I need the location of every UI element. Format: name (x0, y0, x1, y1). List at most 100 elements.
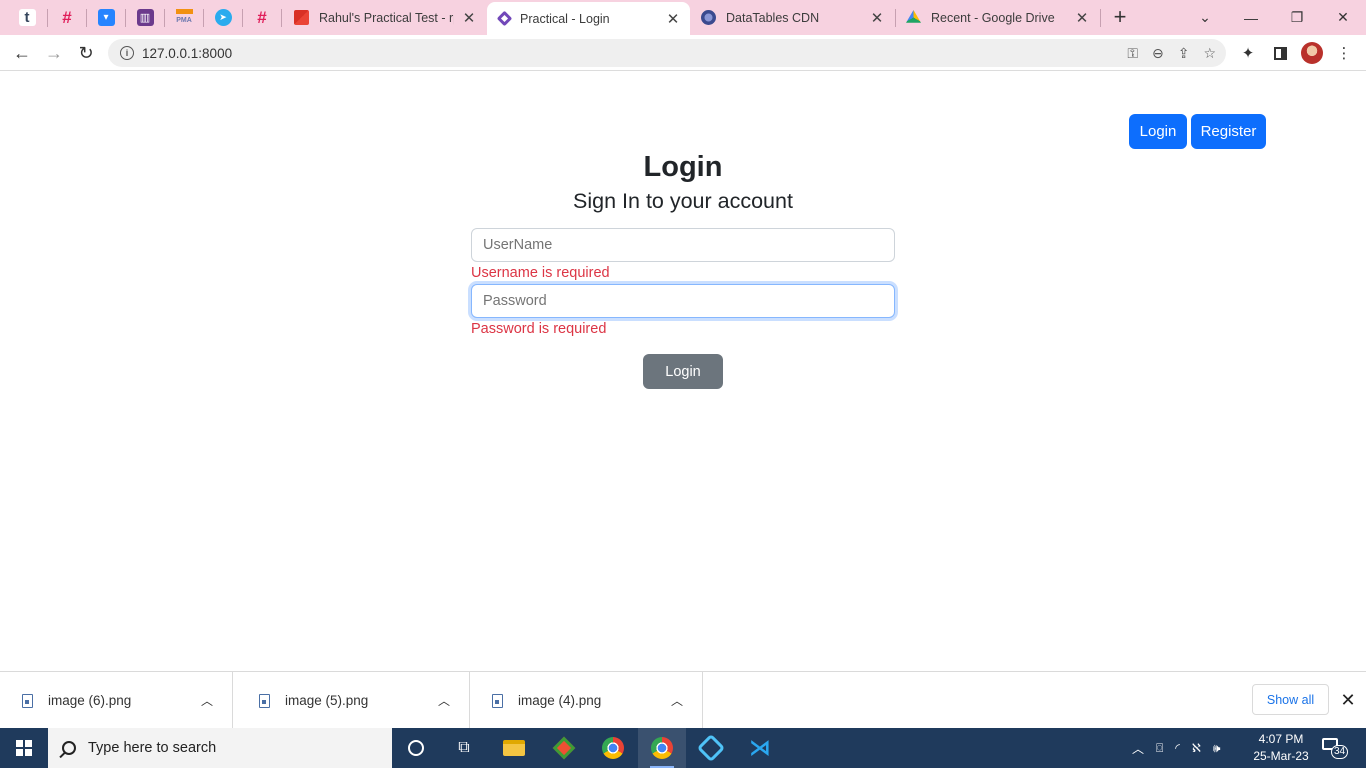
chrome-button[interactable] (589, 728, 637, 768)
file-explorer-button[interactable] (490, 728, 538, 768)
browser-toolbar: ← → ↻ i 127.0.0.1:8000 ⚿ ⊖ ⇪ ☆ ✦ ⋮ (0, 35, 1366, 71)
extensions-button[interactable]: ✦ (1235, 40, 1261, 66)
telegram-icon: ➤ (214, 9, 232, 26)
vscode-button[interactable]: ⋊ (736, 728, 784, 768)
show-all-button[interactable]: Show all (1252, 684, 1329, 715)
chrome-profile-button[interactable] (638, 728, 686, 768)
folder-icon (503, 740, 525, 756)
windows-taskbar: Type here to search ⧉ ⋊ ︿ ⌼ ◜ ℵ 🕪 4:07 P… (0, 728, 1366, 768)
zoom-out-icon[interactable]: ⊖ (1152, 45, 1164, 62)
pinned-tab-trello[interactable]: ▥ (126, 0, 164, 35)
kebab-menu-icon: ⋮ (1336, 45, 1352, 62)
login-submit-button[interactable]: Login (643, 354, 723, 389)
nav-login-button[interactable]: Login (1129, 114, 1187, 149)
downloads-bar: image (6).png ︿ image (5).png ︿ image (4… (0, 671, 1366, 729)
tab-search-button[interactable]: ⌄ (1182, 0, 1228, 35)
notification-count: 34 (1331, 745, 1349, 759)
close-downloads-button[interactable]: ✕ (1336, 686, 1360, 714)
close-icon[interactable]: ✕ (462, 9, 476, 27)
password-input[interactable] (471, 284, 895, 318)
reload-icon: ↻ (78, 42, 94, 63)
gmail-icon (294, 10, 309, 25)
arrow-left-icon: ← (13, 42, 31, 63)
menu-button[interactable]: ⋮ (1331, 40, 1357, 66)
download-item[interactable]: image (4).png ︿ (470, 672, 703, 729)
side-panel-icon (1273, 46, 1287, 60)
pinned-tab-bitbucket[interactable]: ▾ (87, 0, 125, 35)
bitbucket-icon: ▾ (97, 9, 115, 26)
nav-register-button[interactable]: Register (1191, 114, 1266, 149)
vscode-icon: ⋊ (749, 735, 771, 760)
git-icon (552, 736, 576, 760)
tab-google-drive[interactable]: Recent - Google Drive ✕ (896, 0, 1099, 35)
page-title: Login (643, 151, 723, 183)
reload-button[interactable]: ↻ (72, 40, 100, 66)
star-icon[interactable]: ☆ (1203, 45, 1216, 62)
close-icon: ✕ (1337, 9, 1349, 25)
key-icon[interactable]: ⚿ (1127, 45, 1138, 62)
app-button[interactable] (687, 728, 735, 768)
pinned-tab-slack-2[interactable]: # (243, 0, 281, 35)
pinned-tab-telegram[interactable]: ➤ (204, 0, 242, 35)
close-icon[interactable]: ✕ (870, 9, 884, 27)
download-item[interactable]: image (5).png ︿ (237, 672, 470, 729)
image-file-icon (22, 693, 33, 708)
minimize-button[interactable]: — (1228, 0, 1274, 35)
back-button[interactable]: ← (8, 40, 36, 66)
trello-icon: ▥ (136, 9, 154, 26)
close-window-button[interactable]: ✕ (1320, 0, 1366, 35)
git-app-button[interactable] (540, 728, 588, 768)
cortana-icon (408, 740, 424, 756)
close-icon: ✕ (1340, 689, 1356, 710)
tab-practical-login[interactable]: Practical - Login ✕ (487, 2, 690, 35)
username-input[interactable] (471, 228, 895, 262)
notifications-button[interactable]: 34 (1322, 736, 1349, 760)
image-file-icon (492, 693, 503, 708)
info-icon[interactable]: i (120, 46, 134, 60)
profile-button[interactable] (1299, 40, 1325, 66)
chrome-icon (602, 737, 624, 759)
volume-icon[interactable]: 🕪 (1213, 741, 1221, 756)
forward-button[interactable]: → (40, 40, 68, 66)
chevron-up-icon[interactable]: ︿ (1132, 740, 1144, 757)
taskbar-search[interactable]: Type here to search (48, 728, 392, 768)
tab-datatables[interactable]: DataTables CDN ✕ (691, 0, 894, 35)
slack-icon: # (62, 7, 72, 27)
url-text: 127.0.0.1:8000 (142, 45, 233, 61)
start-button[interactable] (0, 728, 48, 768)
download-item[interactable]: image (6).png ︿ (0, 672, 233, 729)
google-drive-icon (906, 10, 921, 23)
share-icon[interactable]: ⇪ (1178, 45, 1190, 62)
chevron-up-icon[interactable]: ︿ (192, 692, 222, 709)
address-bar[interactable]: i 127.0.0.1:8000 ⚿ ⊖ ⇪ ☆ (108, 39, 1226, 67)
close-icon[interactable]: ✕ (1075, 9, 1089, 27)
meet-now-icon[interactable]: ⌼ (1156, 741, 1163, 756)
cortana-button[interactable] (392, 728, 440, 768)
chevron-up-icon[interactable]: ︿ (429, 692, 459, 709)
task-view-button[interactable]: ⧉ (440, 728, 488, 768)
close-icon[interactable]: ✕ (666, 10, 680, 28)
wifi-icon[interactable]: ◜ (1175, 741, 1180, 755)
restore-button[interactable]: ❐ (1274, 0, 1320, 35)
chevron-down-icon: ⌄ (1199, 9, 1211, 25)
chevron-up-icon[interactable]: ︿ (662, 692, 692, 709)
puzzle-icon: ✦ (1241, 45, 1255, 62)
new-tab-button[interactable]: + (1109, 5, 1131, 29)
pinned-tab-tumblr[interactable]: t (8, 0, 46, 35)
chrome-icon (651, 737, 673, 759)
side-panel-button[interactable] (1267, 40, 1293, 66)
windows-icon (16, 740, 32, 756)
restore-icon: ❐ (1290, 9, 1304, 25)
tab-gmail[interactable]: Rahul's Practical Test - rpa ✕ (284, 0, 486, 35)
task-view-icon: ⧉ (458, 739, 470, 756)
avatar (1301, 42, 1323, 64)
search-icon (62, 741, 76, 755)
page-subtitle: Sign In to your account (573, 189, 793, 213)
pinned-tab-phpmyadmin[interactable]: PMA (165, 0, 203, 35)
taskbar-clock[interactable]: 4:07 PM 25-Mar-23 (1245, 731, 1317, 765)
slack-icon: # (257, 7, 267, 27)
diamond-icon (496, 10, 513, 27)
pinned-tab-slack[interactable]: # (48, 0, 86, 35)
minimize-icon: — (1244, 9, 1258, 26)
language-icon[interactable]: ℵ (1192, 741, 1201, 755)
